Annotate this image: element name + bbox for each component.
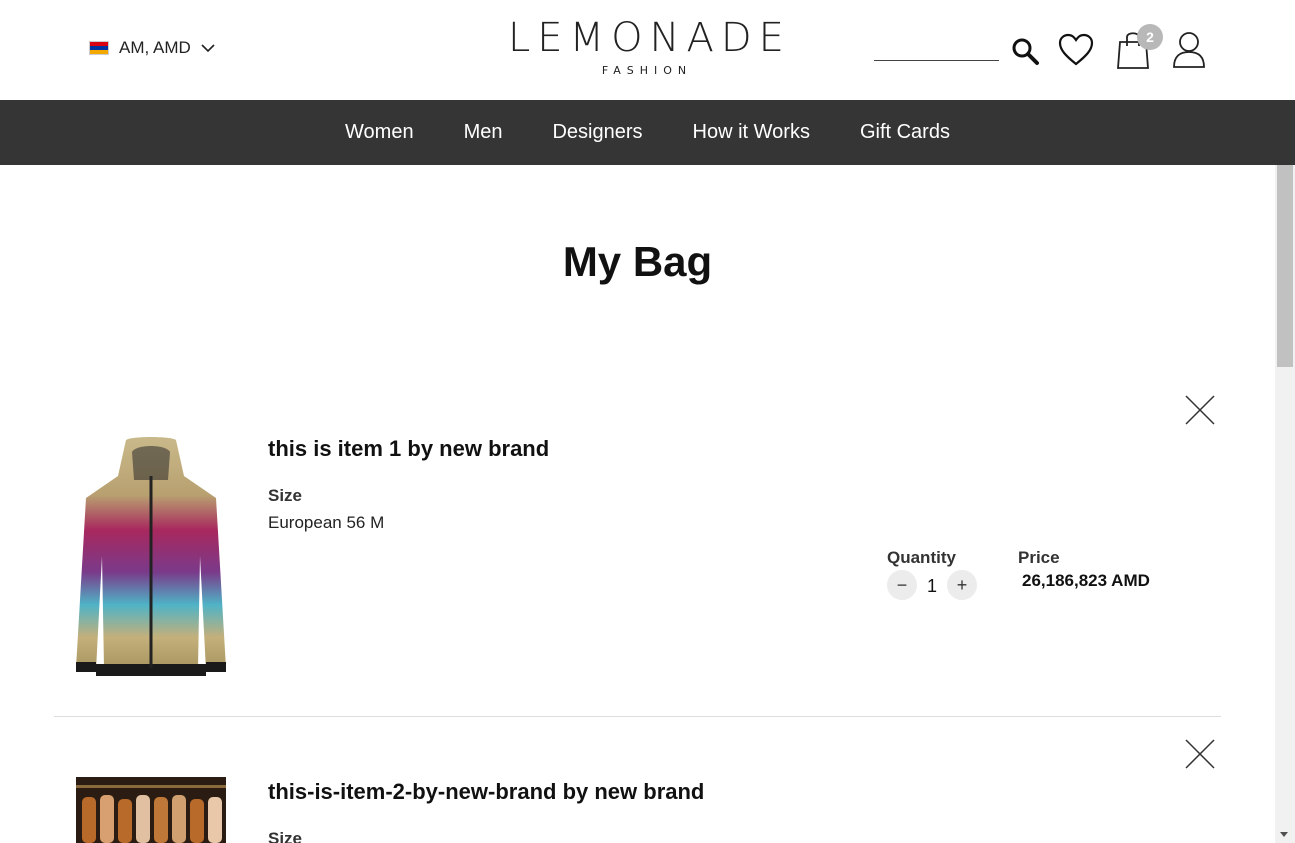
logo-wordmark: LEMONADE xyxy=(508,15,791,61)
minus-icon: − xyxy=(896,575,908,595)
main-navigation: Women Men Designers How it Works Gift Ca… xyxy=(0,100,1295,165)
close-icon[interactable] xyxy=(1184,394,1216,426)
quantity-value: 1 xyxy=(926,576,937,596)
cart-item: this-is-item-2-by-new-brand by new brand… xyxy=(54,733,1221,843)
search-icon[interactable] xyxy=(1010,36,1040,66)
scrollbar-thumb[interactable] xyxy=(1277,165,1293,367)
cart-count-badge: 2 xyxy=(1137,24,1163,50)
size-value: European 56 M xyxy=(268,513,385,532)
product-image[interactable] xyxy=(76,777,226,843)
user-icon[interactable] xyxy=(1172,30,1206,68)
quantity-decrease-button[interactable]: − xyxy=(887,570,917,600)
size-label: Size xyxy=(268,829,303,843)
nav-designers[interactable]: Designers xyxy=(552,121,642,144)
product-name[interactable]: this is item 1 by new brand xyxy=(268,436,549,462)
nav-gift-cards[interactable]: Gift Cards xyxy=(860,121,950,144)
page-title: My Bag xyxy=(562,238,713,285)
product-image[interactable] xyxy=(76,436,226,678)
price-label: Price xyxy=(1018,548,1060,567)
logo-tagline: FASHION xyxy=(601,64,693,77)
quantity-increase-button[interactable]: + xyxy=(947,570,977,600)
nav-how-it-works[interactable]: How it Works xyxy=(693,121,810,144)
close-icon[interactable] xyxy=(1184,738,1216,770)
locale-label: AM, AMD xyxy=(119,38,191,57)
chevron-down-icon xyxy=(201,44,215,53)
nav-women[interactable]: Women xyxy=(345,121,414,144)
site-header: AM, AMD LEMONADE FASHION 2 xyxy=(0,0,1295,100)
heart-icon[interactable] xyxy=(1058,33,1094,67)
nav-men[interactable]: Men xyxy=(464,121,503,144)
armenia-flag-icon xyxy=(89,41,109,55)
cart-item: this is item 1 by new brand Size Europea… xyxy=(54,390,1221,717)
site-logo[interactable]: LEMONADE FASHION xyxy=(508,16,786,78)
locale-selector[interactable]: AM, AMD xyxy=(89,38,215,58)
quantity-label: Quantity xyxy=(887,548,956,567)
plus-icon: + xyxy=(956,575,968,595)
search-input[interactable] xyxy=(874,60,999,61)
page-scrollbar[interactable] xyxy=(1275,165,1295,843)
size-label: Size xyxy=(268,486,303,505)
price-value: 26,186,823 AMD xyxy=(1022,571,1150,590)
product-name[interactable]: this-is-item-2-by-new-brand by new brand xyxy=(268,779,704,805)
scroll-down-arrow-icon[interactable] xyxy=(1280,832,1288,837)
